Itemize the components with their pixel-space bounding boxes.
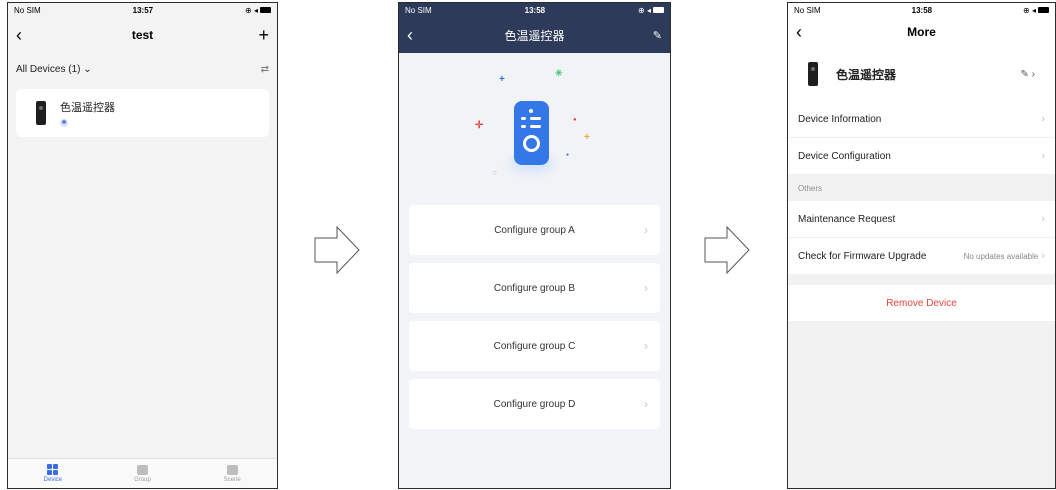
group-label: Configure group D <box>493 398 576 410</box>
status-icons: ⊕ ◂ <box>1023 6 1049 15</box>
chevron-right-icon: › <box>644 339 648 353</box>
device-info: 色温遥控器 ✱ <box>60 99 115 127</box>
back-icon[interactable]: ‹ <box>796 23 816 41</box>
tab-label: Device <box>43 477 62 483</box>
chevron-right-icon: › <box>644 223 648 237</box>
status-icons: ⊕ ◂ <box>245 6 271 15</box>
device-filter-row: All Devices (1) ⌄ ⇄ <box>8 53 277 85</box>
rename-device-icon[interactable]: ✎ › <box>1021 69 1036 80</box>
device-configuration-row[interactable]: Device Configuration › <box>788 138 1055 175</box>
tab-label: Scene <box>223 476 241 483</box>
group-label: Configure group A <box>494 224 575 236</box>
ring-sparkle-icon: ○ <box>492 168 497 177</box>
remote-illustration: + ✳ ✛ ● + ● ○ <box>399 53 670 205</box>
sort-toggle-icon[interactable]: ⇄ <box>261 64 269 75</box>
flow-arrow-icon <box>314 225 360 275</box>
group-label: Configure group C <box>493 340 576 352</box>
dot-sparkle-icon: ● <box>566 152 570 158</box>
row-label: Device Information <box>798 113 882 125</box>
dot-sparkle-icon: ● <box>573 117 577 123</box>
more-settings-screen: No SIM 13:58 ⊕ ◂ ‹ More 色温遥控器 ✎ › Device… <box>787 2 1056 489</box>
status-time: 13:57 <box>132 5 154 15</box>
back-icon[interactable]: ‹ <box>16 26 36 44</box>
group-config-screen: No SIM 13:58 ⊕ ◂ ‹ 色温遥控器 ✎ + ✳ ✛ ● + ● ○ <box>398 2 671 489</box>
group-icon <box>137 464 148 475</box>
chevron-right-icon: › <box>644 281 648 295</box>
tab-label: Group <box>134 476 151 483</box>
tab-group[interactable]: Group <box>98 459 188 488</box>
flow-arrow-icon <box>704 225 750 275</box>
battery-icon <box>260 7 271 13</box>
tab-device[interactable]: Device <box>8 459 98 488</box>
flow-stage: No SIM 13:57 ⊕ ◂ ‹ test + All Devices (1… <box>0 0 1056 490</box>
page-title: test <box>131 28 154 42</box>
device-grid-icon <box>47 464 59 475</box>
device-name: 色温遥控器 <box>60 102 115 114</box>
row-label: Maintenance Request <box>798 213 896 225</box>
burst-sparkle-icon: ✳ <box>555 68 563 78</box>
chevron-right-icon: › <box>1041 213 1045 225</box>
chevron-right-icon: › <box>644 397 648 411</box>
group-label: Configure group B <box>493 282 576 294</box>
chevron-right-icon: › <box>1041 250 1045 262</box>
bluetooth-icon: ✱ <box>60 119 68 127</box>
plus-sparkle-icon: + <box>584 132 590 143</box>
configure-group-c-button[interactable]: Configure group C › <box>409 321 660 371</box>
add-icon[interactable]: + <box>249 25 269 46</box>
device-filter-dropdown[interactable]: All Devices (1) ⌄ <box>16 64 92 75</box>
status-glyphs: ⊕ ◂ <box>1023 5 1036 15</box>
device-name: 色温遥控器 <box>836 67 897 82</box>
carrier-label: No SIM <box>14 5 41 15</box>
nav-bar: ‹ More <box>788 17 1055 47</box>
section-header-others: Others <box>798 183 823 193</box>
carrier-label: No SIM <box>405 5 432 15</box>
status-bar: No SIM 13:57 ⊕ ◂ <box>8 3 277 17</box>
status-glyphs: ⊕ ◂ <box>245 5 258 15</box>
filter-label: All Devices (1) <box>16 63 81 75</box>
remote-thumbnail-icon <box>36 101 46 125</box>
remove-device-button[interactable]: Remove Device <box>788 285 1055 321</box>
nav-bar: ‹ test + <box>8 17 277 53</box>
page-title: 色温遥控器 <box>504 28 565 43</box>
remote-control-icon <box>514 101 549 165</box>
burst-sparkle-icon: ✛ <box>475 120 484 131</box>
chevron-right-icon: › <box>1041 113 1045 125</box>
tab-scene[interactable]: Scene <box>187 459 277 488</box>
back-icon[interactable]: ‹ <box>407 26 427 44</box>
status-time: 13:58 <box>524 5 546 15</box>
maintenance-request-row[interactable]: Maintenance Request › <box>788 201 1055 238</box>
plus-sparkle-icon: + <box>499 74 505 85</box>
configure-group-a-button[interactable]: Configure group A › <box>409 205 660 255</box>
status-icons: ⊕ ◂ <box>638 6 664 15</box>
scene-icon <box>226 464 238 475</box>
chevron-right-icon: › <box>1041 150 1045 162</box>
configure-group-b-button[interactable]: Configure group B › <box>409 263 660 313</box>
firmware-status: No updates available <box>963 251 1039 261</box>
configure-group-d-button[interactable]: Configure group D › <box>409 379 660 429</box>
status-time: 13:58 <box>911 5 933 15</box>
status-glyphs: ⊕ ◂ <box>638 5 651 15</box>
row-label: Check for Firmware Upgrade <box>798 250 927 262</box>
battery-icon <box>1038 7 1049 13</box>
device-list-screen: No SIM 13:57 ⊕ ◂ ‹ test + All Devices (1… <box>7 2 278 489</box>
device-information-row[interactable]: Device Information › <box>788 101 1055 138</box>
status-bar: No SIM 13:58 ⊕ ◂ <box>399 3 670 17</box>
row-label: Device Configuration <box>798 150 891 162</box>
device-header: 色温遥控器 ✎ › <box>788 47 1055 101</box>
status-bar: No SIM 13:58 ⊕ ◂ <box>788 3 1055 17</box>
chevron-down-icon: ⌄ <box>83 63 92 75</box>
carrier-label: No SIM <box>794 5 821 15</box>
tab-bar: Device Group Scene <box>8 458 277 488</box>
page-title: More <box>907 25 936 39</box>
nav-bar: ‹ 色温遥控器 ✎ <box>399 17 670 53</box>
battery-icon <box>653 7 664 13</box>
device-card[interactable]: 色温遥控器 ✱ <box>16 89 269 137</box>
remote-thumbnail-icon <box>808 62 818 86</box>
edit-icon[interactable]: ✎ <box>642 29 662 42</box>
firmware-upgrade-row[interactable]: Check for Firmware Upgrade No updates av… <box>788 238 1055 275</box>
